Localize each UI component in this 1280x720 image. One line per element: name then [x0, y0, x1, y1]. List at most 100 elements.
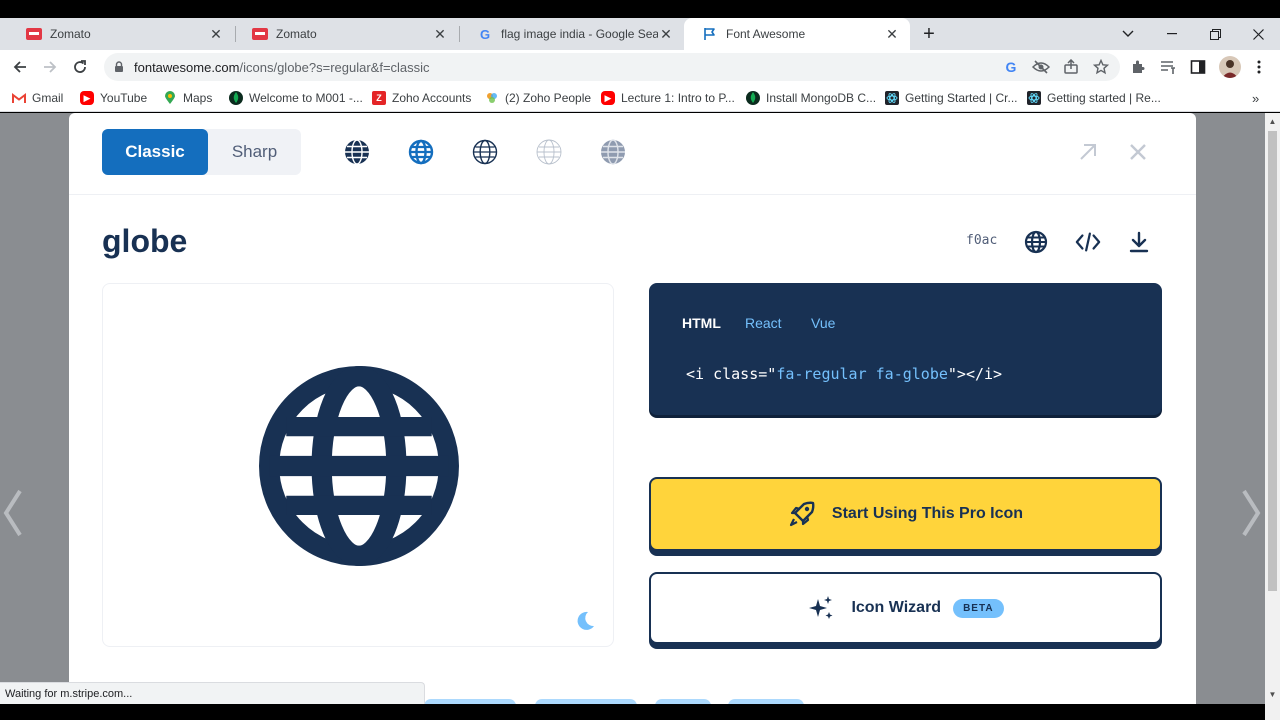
page-backdrop: Classic Sharp globe f0ac HTML React Vue … — [0, 113, 1265, 720]
expand-arrow-icon[interactable] — [1076, 140, 1100, 164]
browser-tab[interactable]: Zomato ✕ — [234, 18, 458, 50]
icon-detail-modal: Classic Sharp globe f0ac HTML React Vue … — [69, 113, 1196, 720]
browser-toolbar: fontawesome.com/icons/globe?s=regular&f=… — [0, 50, 1280, 84]
bookmark-label: Lecture 1: Intro to P... — [621, 91, 735, 105]
bookmark-zoho-people[interactable]: (2) Zoho People — [485, 89, 591, 107]
code-tab-vue[interactable]: Vue — [811, 315, 835, 331]
scroll-up-arrow[interactable]: ▲ — [1268, 117, 1277, 126]
duotone-globe-icon[interactable] — [600, 139, 626, 165]
zoho-icon: Z — [372, 91, 386, 105]
bookmark-label: Gmail — [32, 91, 64, 105]
beta-badge: BETA — [953, 598, 1004, 618]
flag-icon — [702, 26, 718, 42]
new-tab-button[interactable]: + — [918, 24, 940, 46]
bookmark-star-icon[interactable] — [1092, 58, 1110, 76]
previous-icon-arrow[interactable] — [0, 481, 30, 541]
bookmark-lecture[interactable]: ▶ Lecture 1: Intro to P... — [601, 89, 735, 107]
light-globe-icon[interactable] — [472, 139, 498, 165]
share-icon[interactable] — [1062, 58, 1080, 76]
bookmark-maps[interactable]: Maps — [163, 89, 212, 107]
tab-title: Zomato — [276, 27, 317, 41]
unicode-value[interactable]: f0ac — [966, 233, 997, 248]
glyph-copy-globe-icon[interactable] — [1023, 229, 1049, 255]
code-snippet-panel: HTML React Vue <i class="fa-regular fa-g… — [649, 283, 1162, 415]
google-translate-icon[interactable]: G — [1002, 58, 1020, 76]
code-open: <i class=" — [686, 365, 777, 383]
bookmark-label: YouTube — [100, 91, 148, 105]
restore-button[interactable] — [1193, 18, 1237, 50]
extensions-icon[interactable] — [1129, 58, 1147, 76]
download-icon[interactable] — [1126, 229, 1152, 255]
forward-icon[interactable] — [38, 55, 62, 79]
scroll-down-arrow[interactable]: ▼ — [1268, 690, 1277, 699]
solid-globe-icon[interactable] — [344, 139, 370, 165]
start-using-pro-icon-button[interactable]: Start Using This Pro Icon — [649, 477, 1162, 551]
code-tab-html[interactable]: HTML — [682, 315, 721, 331]
maps-icon — [163, 91, 177, 105]
bookmark-label: Zoho Accounts — [392, 91, 472, 105]
pro-button-label: Start Using This Pro Icon — [831, 505, 1024, 522]
close-tab-icon[interactable]: ✕ — [658, 26, 674, 43]
globe-icon — [259, 366, 459, 566]
tab-search-icon[interactable] — [1106, 18, 1150, 50]
browser-tab[interactable]: Zomato ✕ — [8, 18, 234, 50]
reload-icon[interactable] — [68, 55, 92, 79]
screen-bottom-strip — [0, 704, 1265, 720]
bookmarks-bar: Gmail ▶ YouTube Maps Welcome to M001 -...… — [0, 84, 1280, 112]
reading-list-icon[interactable] — [1159, 58, 1177, 76]
code-tab-react[interactable]: React — [745, 315, 782, 331]
bookmark-m001[interactable]: Welcome to M001 -... — [229, 89, 363, 107]
close-tab-icon[interactable]: ✕ — [884, 26, 900, 43]
eye-off-icon[interactable] — [1032, 58, 1050, 76]
zomato-icon — [252, 26, 268, 42]
icon-wizard-button[interactable]: Icon Wizard BETA — [649, 572, 1162, 644]
url-path: /icons/globe?s=regular&f=classic — [239, 59, 430, 75]
bookmark-youtube[interactable]: ▶ YouTube — [80, 89, 147, 107]
thin-globe-icon[interactable] — [536, 139, 562, 165]
moon-icon[interactable] — [573, 609, 597, 633]
browser-tab[interactable]: G flag image india - Google Search ✕ — [459, 18, 684, 50]
profile-avatar[interactable] — [1219, 56, 1241, 78]
bookmark-getting-started-cr[interactable]: Getting Started | Cr... — [885, 89, 1018, 107]
regular-globe-icon[interactable] — [408, 139, 434, 165]
rocket-icon — [789, 501, 815, 527]
zomato-icon — [26, 26, 42, 42]
bookmark-label: Install MongoDB C... — [766, 91, 877, 105]
classic-tab[interactable]: Classic — [102, 129, 208, 175]
gmail-icon — [12, 91, 26, 105]
bookmark-gmail[interactable]: Gmail — [12, 89, 63, 107]
code-icon[interactable] — [1075, 229, 1101, 255]
browser-tab-active[interactable]: Font Awesome ✕ — [684, 18, 910, 50]
page-scrollbar[interactable]: ▲ ▼ — [1265, 113, 1280, 720]
code-snippet[interactable]: <i class="fa-regular fa-globe"></i> — [686, 365, 1002, 383]
tab-title: flag image india - Google Search — [501, 27, 658, 41]
svg-text:G: G — [480, 27, 490, 41]
more-bookmarks-icon[interactable]: » — [1252, 89, 1259, 107]
youtube-icon: ▶ — [80, 91, 94, 105]
bookmark-mongodb[interactable]: Install MongoDB C... — [746, 89, 876, 107]
icon-title: globe — [102, 223, 188, 259]
scrollbar-thumb[interactable] — [1268, 131, 1277, 591]
minimize-button[interactable] — [1150, 18, 1194, 50]
mongodb-icon — [746, 91, 760, 105]
close-tab-icon[interactable]: ✕ — [208, 26, 224, 43]
back-icon[interactable] — [8, 55, 32, 79]
side-panel-icon[interactable] — [1189, 58, 1207, 76]
tab-title: Zomato — [50, 27, 91, 41]
code-close: "></i> — [947, 365, 1003, 383]
address-bar[interactable]: fontawesome.com/icons/globe?s=regular&f=… — [104, 53, 1120, 81]
lock-icon[interactable] — [114, 61, 124, 73]
code-class-value: fa-regular fa-globe — [776, 365, 948, 383]
next-icon-arrow[interactable] — [1236, 481, 1265, 541]
close-icon[interactable] — [1126, 140, 1150, 164]
bookmark-zoho-accounts[interactable]: Z Zoho Accounts — [372, 89, 471, 107]
icon-preview-panel — [102, 283, 614, 647]
url-host: fontawesome.com — [134, 59, 240, 75]
youtube-icon: ▶ — [601, 91, 615, 105]
close-window-button[interactable] — [1236, 18, 1280, 50]
bookmark-getting-started-re[interactable]: Getting started | Re... — [1027, 89, 1161, 107]
bookmark-label: Getting Started | Cr... — [905, 91, 1018, 105]
sharp-tab[interactable]: Sharp — [208, 129, 301, 175]
menu-kebab-icon[interactable] — [1250, 58, 1268, 76]
close-tab-icon[interactable]: ✕ — [432, 26, 448, 43]
